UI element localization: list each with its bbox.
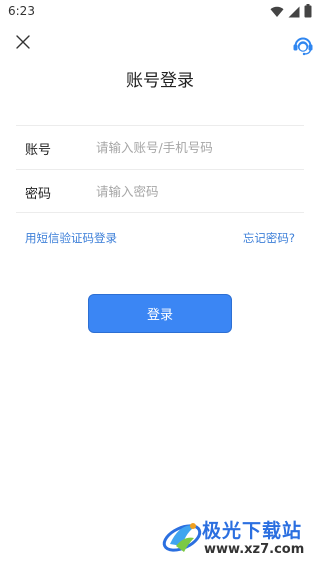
status-time: 6:23	[8, 4, 35, 18]
divider	[16, 212, 304, 213]
login-button[interactable]: 登录	[88, 294, 232, 333]
forgot-password-link[interactable]: 忘记密码?	[243, 230, 295, 246]
status-icons	[270, 3, 312, 22]
battery-icon	[304, 3, 312, 22]
customer-service-button[interactable]	[291, 33, 315, 57]
signal-icon	[288, 3, 300, 22]
close-icon	[16, 35, 30, 49]
watermark-logo-icon	[162, 523, 202, 552]
close-button[interactable]	[12, 31, 34, 53]
account-label: 账号	[25, 143, 52, 158]
sms-login-link[interactable]: 用短信验证码登录	[25, 230, 117, 246]
watermark-url: www.xz7.com	[204, 542, 305, 557]
account-input[interactable]	[96, 135, 296, 159]
status-bar: 6:23	[0, 0, 320, 24]
watermark-name: 极光下载站	[202, 520, 303, 542]
password-label: 密码	[25, 187, 52, 202]
page-title: 账号登录	[126, 71, 194, 91]
password-row: 密码	[16, 170, 304, 213]
wifi-icon	[270, 3, 284, 22]
watermark: 极光下载站 www.xz7.com	[160, 512, 310, 562]
account-row: 账号	[16, 126, 304, 169]
customer-service-icon	[293, 37, 313, 56]
password-input[interactable]	[96, 179, 296, 203]
